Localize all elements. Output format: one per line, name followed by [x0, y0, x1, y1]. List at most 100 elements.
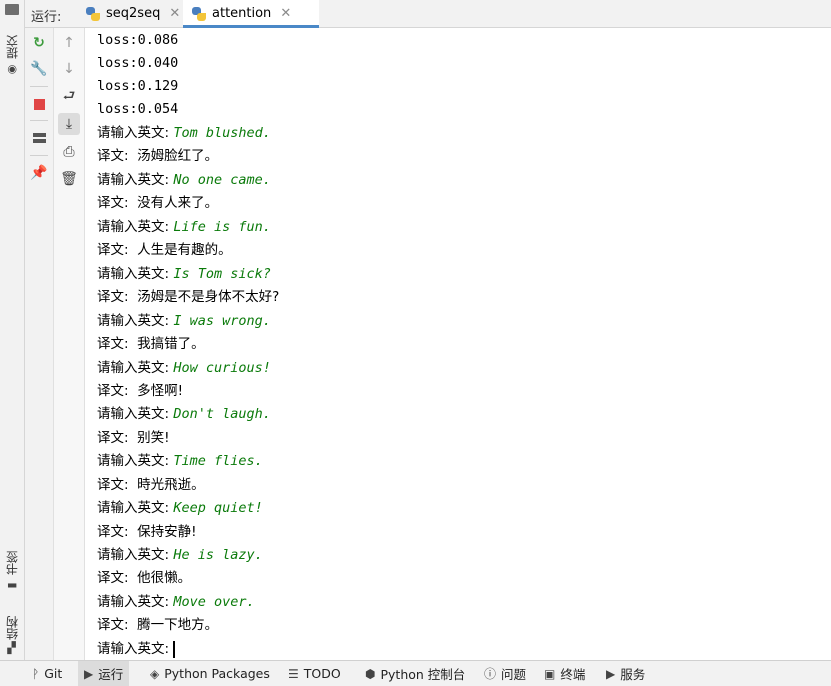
- soft-wrap-icon[interactable]: ⮐: [58, 86, 80, 108]
- run-play-icon: ▶: [84, 666, 94, 681]
- tool-tab-python-packages[interactable]: ◈ Python Packages: [144, 661, 276, 686]
- translation-line: 译文: 汤姆脸红了。: [97, 145, 218, 167]
- user-input: I was wrong.: [173, 313, 271, 329]
- close-icon[interactable]: ✕: [169, 6, 180, 21]
- user-input: He is lazy.: [173, 547, 263, 563]
- tool-tab-problems[interactable]: ⓘ 问题: [478, 661, 532, 686]
- translation-text: 保持安静!: [137, 524, 197, 540]
- user-input: Is Tom sick?: [173, 266, 271, 282]
- commit-tab-label: 提交: [5, 35, 20, 59]
- prompt-line: 请输入英文: Is Tom sick?: [97, 263, 271, 285]
- translation-label: 译文:: [97, 148, 129, 164]
- prompt-line: 请输入英文: Life is fun.: [97, 216, 271, 238]
- services-icon: ▶: [606, 666, 616, 681]
- tool-tab-services[interactable]: ▶ 服务: [600, 661, 651, 686]
- translation-label: 译文:: [97, 289, 129, 305]
- tool-tab-label: Git: [44, 666, 63, 681]
- tool-tab-git[interactable]: ᚹ Git: [26, 661, 68, 686]
- prompt-label: 请输入英文:: [97, 313, 170, 329]
- tab-attention[interactable]: attention ✕: [183, 0, 319, 28]
- translation-text: 我搞错了。: [137, 336, 205, 352]
- translation-line: 译文: 没有人来了。: [97, 192, 218, 214]
- translation-line: 译文: 多怪啊!: [97, 380, 183, 402]
- close-icon[interactable]: ✕: [280, 6, 291, 21]
- tool-tab-label: 运行: [98, 667, 124, 682]
- translation-line: 译文: 别笑!: [97, 427, 170, 449]
- console-output[interactable]: loss:0.086 loss:0.040 loss:0.129 loss:0.…: [85, 28, 831, 660]
- prompt-line: 请输入英文: How curious!: [97, 357, 271, 379]
- tool-tab-todo[interactable]: ☰ TODO: [282, 661, 347, 686]
- translation-text: 汤姆是不是身体不太好?: [137, 289, 280, 305]
- tool-tab-label: 问题: [501, 667, 527, 682]
- user-input: Keep quiet!: [173, 500, 263, 516]
- prompt-label: 请输入英文:: [97, 360, 170, 376]
- pin-icon[interactable]: 📌: [28, 162, 50, 184]
- translation-label: 译文:: [97, 524, 129, 540]
- prompt-label: 请输入英文:: [97, 594, 170, 610]
- user-input: Time flies.: [173, 453, 263, 469]
- prompt-label: 请输入英文:: [97, 125, 170, 141]
- bookmarks-tool-tab[interactable]: ▮ 书签: [2, 546, 22, 592]
- translation-text: 别笑!: [137, 430, 170, 446]
- run-tab-bar: 运行: seq2seq ✕ attention ✕: [25, 0, 831, 28]
- user-input: Life is fun.: [173, 219, 271, 235]
- toolbar-divider: [30, 86, 48, 87]
- commit-tool-tab[interactable]: ◉ 提交: [2, 32, 22, 76]
- print-icon[interactable]: ⎙: [58, 141, 80, 163]
- prompt-line: 请输入英文: Time flies.: [97, 450, 263, 472]
- terminal-icon: ▣: [544, 666, 556, 681]
- prompt-label: 请输入英文:: [97, 172, 170, 188]
- translation-label: 译文:: [97, 195, 129, 211]
- tool-tab-label: 终端: [560, 667, 586, 682]
- prompt-line: 请输入英文: Tom blushed.: [97, 122, 271, 144]
- translation-label: 译文:: [97, 383, 129, 399]
- python-file-icon: [191, 6, 207, 22]
- down-arrow-icon[interactable]: ↓: [58, 58, 80, 80]
- structure-tab-label: 结构: [5, 615, 20, 640]
- prompt-label: 请输入英文:: [97, 500, 170, 516]
- translation-text: 他很懒。: [137, 570, 192, 586]
- python-file-icon: [85, 6, 101, 22]
- settings-wrench-icon[interactable]: 🔧: [28, 58, 50, 80]
- bookmark-icon: ▮: [5, 579, 19, 592]
- translation-line: 译文: 我搞错了。: [97, 333, 205, 355]
- structure-tool-tab[interactable]: ▞ 结构: [2, 606, 22, 655]
- console-toolbar: ↑ ↓ ⮐ ⤓ ⎙ 🗑: [54, 28, 85, 660]
- prompt-line: 请输入英文: No one came.: [97, 169, 271, 191]
- user-input: How curious!: [173, 360, 271, 376]
- tab-label: seq2seq: [106, 6, 161, 21]
- user-input: Move over.: [173, 594, 255, 610]
- tool-tab-python-console[interactable]: ⬢ Python 控制台: [359, 661, 471, 686]
- prompt-label: 请输入英文:: [97, 266, 170, 282]
- translation-text: 汤姆脸红了。: [137, 148, 219, 164]
- translation-label: 译文:: [97, 430, 129, 446]
- commit-icon: ◉: [5, 63, 19, 76]
- bookmarks-tab-label: 书签: [5, 551, 20, 575]
- trash-icon[interactable]: 🗑: [58, 168, 80, 190]
- prompt-label: 请输入英文:: [97, 406, 170, 422]
- active-prompt-line[interactable]: 请输入英文:: [97, 638, 176, 660]
- loss-line: loss:0.129: [97, 78, 179, 94]
- toolbar-divider: [30, 120, 48, 121]
- tool-tab-terminal[interactable]: ▣ 终端: [538, 661, 591, 686]
- scroll-to-end-icon[interactable]: ⤓: [58, 113, 80, 135]
- layout-icon[interactable]: [28, 127, 50, 149]
- translation-text: 腾一下地方。: [137, 617, 219, 633]
- run-toolbar: ↻ 🔧 📌: [25, 28, 54, 660]
- prompt-line: 请输入英文: Keep quiet!: [97, 497, 263, 519]
- python-console-icon: ⬢: [365, 666, 376, 681]
- user-input: No one came.: [173, 172, 271, 188]
- translation-label: 译文:: [97, 477, 129, 493]
- translation-line: 译文: 他很懒。: [97, 567, 191, 589]
- project-folder-icon[interactable]: [5, 4, 19, 15]
- tab-seq2seq[interactable]: seq2seq ✕: [77, 0, 185, 27]
- toolbar-divider: [30, 155, 48, 156]
- rerun-icon[interactable]: ↻: [28, 32, 50, 54]
- stop-icon[interactable]: [28, 93, 50, 115]
- tool-tab-label: 服务: [620, 667, 646, 682]
- up-arrow-icon[interactable]: ↑: [58, 32, 80, 54]
- prompt-label: 请输入英文:: [97, 453, 170, 469]
- tool-tab-run[interactable]: ▶ 运行: [78, 661, 130, 686]
- translation-text: 没有人来了。: [137, 195, 219, 211]
- prompt-label: 请输入英文:: [97, 641, 170, 657]
